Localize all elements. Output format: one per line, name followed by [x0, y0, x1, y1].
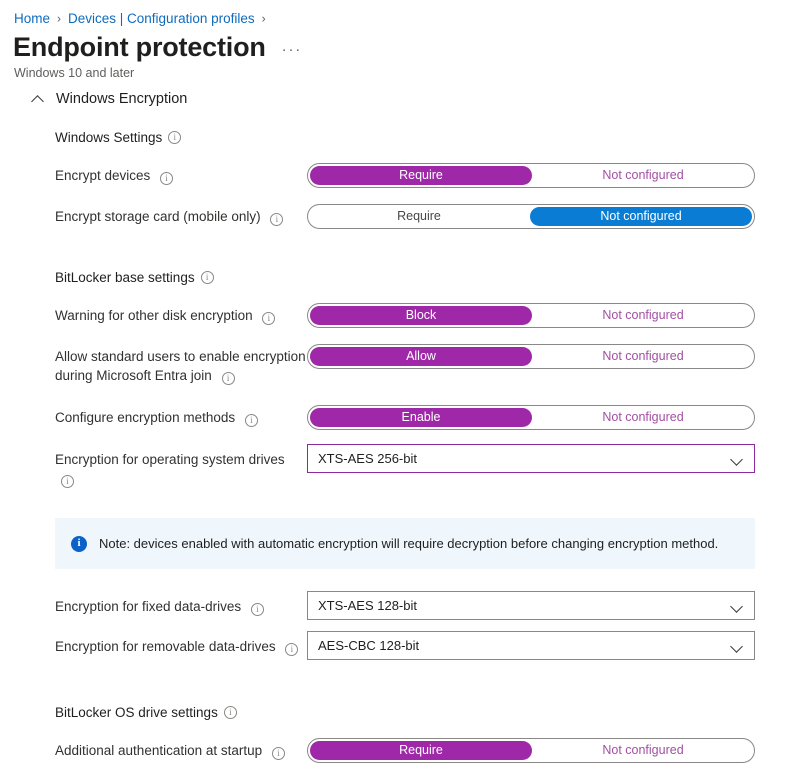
info-filled-icon: i: [71, 535, 87, 552]
info-icon[interactable]: i: [223, 705, 237, 719]
toggle-option-selected[interactable]: Require: [310, 166, 532, 185]
info-icon[interactable]: i: [271, 747, 285, 760]
toggle-option-not-configured[interactable]: Not configured: [532, 406, 754, 429]
toggle-option-require[interactable]: Require: [308, 205, 530, 228]
section-windows-encryption[interactable]: Windows Encryption: [0, 91, 812, 107]
toggle-additional-auth-startup[interactable]: Require Not configured: [307, 738, 755, 763]
breadcrumb-item-devices-configuration-profiles[interactable]: Devices | Configuration profiles: [68, 11, 255, 26]
setting-label: Configure encryption methods i: [55, 405, 307, 427]
note-banner: i Note: devices enabled with automatic e…: [55, 518, 755, 569]
setting-row-warning-other-disk-encryption: Warning for other disk encryption i Bloc…: [55, 303, 812, 328]
toggle-option-selected[interactable]: Allow: [310, 347, 532, 366]
dropdown-encryption-fixed-data-drives[interactable]: XTS-AES 128-bit: [307, 591, 755, 620]
toggle-allow-standard-users[interactable]: Allow Not configured: [307, 344, 755, 369]
page-title: Endpoint protection: [13, 32, 266, 62]
setting-row-configure-encryption-methods: Configure encryption methods i Enable No…: [55, 405, 812, 430]
toggle-warning-other-disk-encryption[interactable]: Block Not configured: [307, 303, 755, 328]
info-icon[interactable]: i: [270, 213, 284, 226]
setting-label-text: Encryption for fixed data-drives: [55, 599, 242, 614]
setting-label-text: Additional authentication at startup: [55, 743, 263, 758]
setting-label-text: Encrypt storage card (mobile only): [55, 209, 261, 224]
info-icon[interactable]: i: [250, 603, 264, 616]
note-text: Note: devices enabled with automatic enc…: [99, 536, 719, 551]
setting-label: Encryption for operating system drives i: [55, 444, 307, 488]
group-label-windows-settings: Windows Settings i: [55, 127, 812, 147]
toggle-option-not-configured[interactable]: Not configured: [532, 739, 754, 762]
settings-form: Windows Settings i Encrypt devices i Req…: [0, 127, 812, 778]
setting-label-text: Warning for other disk encryption: [55, 308, 253, 323]
toggle-option-not-configured[interactable]: Not configured: [532, 164, 754, 187]
info-icon[interactable]: i: [285, 643, 299, 656]
chevron-down-icon[interactable]: [731, 640, 743, 652]
toggle-encrypt-devices[interactable]: Require Not configured: [307, 163, 755, 188]
dropdown-value: AES-CBC 128-bit: [318, 638, 420, 653]
info-icon[interactable]: i: [160, 172, 174, 185]
page-subtitle: Windows 10 and later: [14, 66, 135, 80]
setting-label: Warning for other disk encryption i: [55, 303, 307, 325]
section-title: Windows Encryption: [56, 91, 188, 107]
dropdown-value: XTS-AES 128-bit: [318, 598, 417, 613]
setting-label: Encrypt storage card (mobile only) i: [55, 204, 307, 226]
group-label-text: Windows Settings: [55, 129, 163, 145]
chevron-up-icon[interactable]: [32, 93, 44, 105]
toggle-option-not-configured[interactable]: Not configured: [532, 304, 754, 327]
info-icon[interactable]: i: [244, 414, 258, 427]
dropdown-encryption-removable-data-drives[interactable]: AES-CBC 128-bit: [307, 631, 755, 660]
setting-label-text: Encryption for operating system drives: [55, 452, 285, 467]
info-icon[interactable]: i: [221, 372, 235, 385]
info-icon[interactable]: i: [61, 475, 74, 488]
setting-label-text: Encrypt devices: [55, 168, 151, 183]
toggle-option-selected[interactable]: Block: [310, 306, 532, 325]
info-icon[interactable]: i: [200, 270, 214, 284]
setting-label-text: Encryption for removable data-drives: [55, 639, 276, 654]
page-header: Endpoint protection ···: [0, 30, 812, 64]
setting-row-encrypt-devices: Encrypt devices i Require Not configured: [55, 163, 812, 188]
chevron-down-icon[interactable]: [731, 453, 743, 465]
setting-row-allow-standard-users: Allow standard users to enable encryptio…: [55, 344, 812, 385]
breadcrumb-item-home[interactable]: Home: [14, 11, 50, 26]
dropdown-value: XTS-AES 256-bit: [318, 451, 417, 466]
setting-label-text: Configure encryption methods: [55, 410, 236, 425]
setting-row-additional-auth-startup: Additional authentication at startup i R…: [55, 738, 812, 763]
toggle-configure-encryption-methods[interactable]: Enable Not configured: [307, 405, 755, 430]
setting-label: Additional authentication at startup i: [55, 738, 307, 760]
breadcrumb: Home › Devices | Configuration profiles …: [0, 0, 812, 28]
group-label-text: BitLocker OS drive settings: [55, 704, 218, 720]
breadcrumb-separator-icon-2: ›: [261, 11, 266, 25]
chevron-down-icon[interactable]: [731, 600, 743, 612]
group-label-bitlocker-base-settings: BitLocker base settings i: [55, 267, 812, 287]
setting-label: Encrypt devices i: [55, 163, 307, 185]
toggle-option-not-configured[interactable]: Not configured: [532, 345, 754, 368]
toggle-encrypt-storage-card[interactable]: Require Not configured: [307, 204, 755, 229]
more-options-icon[interactable]: ···: [282, 42, 302, 57]
info-icon[interactable]: i: [168, 130, 182, 144]
toggle-option-selected[interactable]: Enable: [310, 408, 532, 427]
setting-row-encrypt-storage-card: Encrypt storage card (mobile only) i Req…: [55, 204, 812, 229]
setting-row-encryption-fixed-data-drives: Encryption for fixed data-drives i XTS-A…: [55, 591, 812, 620]
dropdown-encryption-os-drives[interactable]: XTS-AES 256-bit: [307, 444, 755, 473]
setting-label-text: Allow standard users to enable encryptio…: [55, 349, 306, 383]
setting-row-encryption-removable-data-drives: Encryption for removable data-drives i A…: [55, 631, 812, 660]
setting-label: Allow standard users to enable encryptio…: [55, 344, 307, 385]
group-label-text: BitLocker base settings: [55, 269, 195, 285]
toggle-option-selected[interactable]: Require: [310, 741, 532, 760]
breadcrumb-separator-icon: ›: [57, 11, 62, 25]
toggle-option-selected[interactable]: Not configured: [530, 207, 752, 226]
setting-row-encryption-os-drives: Encryption for operating system drives i…: [55, 444, 812, 488]
info-icon[interactable]: i: [262, 312, 276, 325]
setting-label: Encryption for fixed data-drives i: [55, 591, 307, 616]
setting-label: Encryption for removable data-drives i: [55, 631, 307, 656]
group-label-bitlocker-os-drive-settings: BitLocker OS drive settings i: [55, 702, 812, 722]
